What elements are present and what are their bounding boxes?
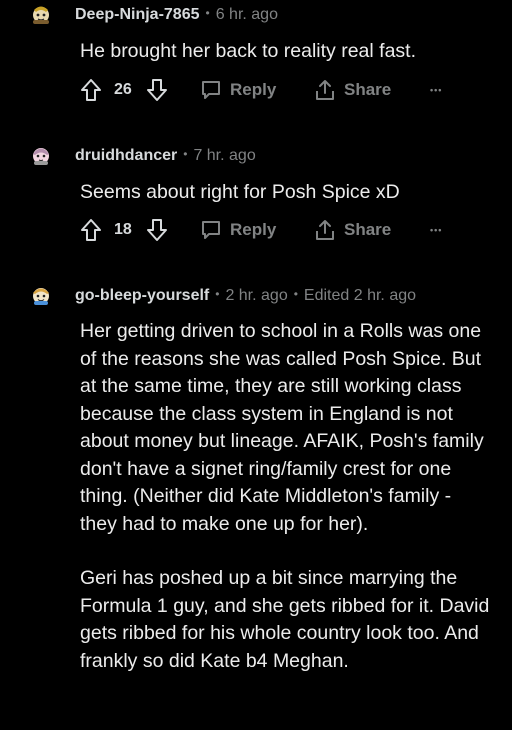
reply-label: Reply [230,220,277,239]
reply-label: Reply [230,80,277,99]
more-icon: ••• [430,85,443,95]
share-label: Share [344,220,392,239]
comment-paragraph: Her getting driven to school in a Rolls … [80,320,484,535]
vote-count: 18 [114,221,132,238]
upvote-icon [81,219,101,241]
author-name[interactable]: Deep-Ninja-7865 [75,6,200,23]
author-name[interactable]: druidhdancer [75,147,177,164]
comment-1: Deep-Ninja-7865 • 6 hr. ago He brought her… [0,0,512,120]
comment-meta: Deep-Ninja-7865 • 6 hr. ago [75,5,278,25]
more-options-button[interactable]: ••• [430,217,442,243]
downvote-icon [147,219,167,241]
separator-dot: • [183,147,188,161]
upvote-icon [81,79,101,101]
more-icon: ••• [430,225,443,235]
separator-dot: • [205,6,210,20]
comment-actions: 18 Reply Share ••• [80,217,460,243]
reply-icon [202,81,220,99]
comment-3: go-bleep-yourself • 2 hr. ago • Edited 2 hr.… [0,280,512,730]
comment-body: Seems about right for Posh Spice xD [80,179,490,207]
separator-dot: • [293,287,298,301]
reply-button[interactable]: Reply [200,77,276,103]
comment-body: Her getting driven to school in a Rolls … [80,318,490,675]
comment-paragraph: Seems about right for Posh Spice xD [80,181,400,203]
vote-count: 26 [114,81,132,98]
separator-dot: • [215,287,220,301]
edited-label: Edited 2 hr. ago [303,287,417,304]
author-name[interactable]: go-bleep-yourself [75,287,209,304]
avatar[interactable] [30,3,52,25]
comment-body: He brought her back to reality real fast… [80,38,490,66]
comment-meta: druidhdancer • 7 hr. ago [75,146,256,166]
upvote-button[interactable] [80,77,102,103]
share-button[interactable]: Share [314,77,391,103]
comment-paragraph: Geri has poshed up a bit since marrying … [80,567,490,672]
comment-2: druidhdancer • 7 hr. ago Seems about right… [0,140,512,260]
share-icon [316,80,334,100]
downvote-icon [147,79,167,101]
avatar[interactable] [30,284,52,306]
timestamp[interactable]: 7 hr. ago [193,147,255,164]
share-button[interactable]: Share [314,217,391,243]
upvote-button[interactable] [80,217,102,243]
timestamp[interactable]: 6 hr. ago [216,6,278,23]
share-label: Share [344,80,392,99]
comment-actions: 26 Reply Share ••• [80,77,460,103]
comment-paragraph: He brought her back to reality real fast… [80,40,417,62]
reply-button[interactable]: Reply [200,217,276,243]
timestamp[interactable]: 2 hr. ago [225,287,287,304]
avatar[interactable] [30,144,52,166]
downvote-button[interactable] [146,217,168,243]
share-icon [316,220,334,240]
more-options-button[interactable]: ••• [430,77,442,103]
reply-icon [202,221,220,239]
downvote-button[interactable] [146,77,168,103]
comment-meta: go-bleep-yourself • 2 hr. ago • Edited 2 hr.… [75,286,416,306]
